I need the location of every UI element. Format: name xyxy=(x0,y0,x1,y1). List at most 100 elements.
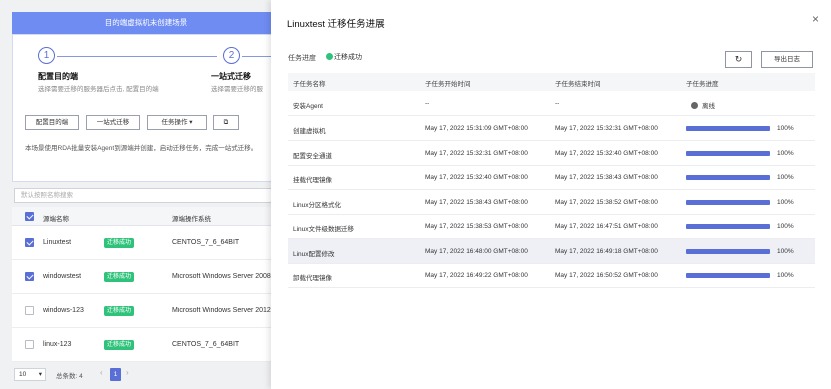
table-row[interactable]: Linux文件级数据迁移 May 17, 2022 15:38:53 GMT+08… xyxy=(288,214,815,239)
progress-bar xyxy=(686,248,770,254)
step-1-desc: 选择需要迁移的服务器后点击, 配置目的端 xyxy=(38,86,159,93)
table-row[interactable]: Linux配置修改 May 17, 2022 16:48:00 GMT+08:00… xyxy=(288,238,815,264)
row-checkbox[interactable] xyxy=(25,340,34,349)
row-checkbox[interactable] xyxy=(25,238,34,247)
offline-dot-icon xyxy=(691,102,698,109)
subtask-name: Linux文件级数据迁移 xyxy=(293,226,355,233)
progress-percent: 100% xyxy=(777,223,794,230)
header-subtask-start: 子任务开始时间 xyxy=(425,81,471,88)
subtask-end: May 17, 2022 15:38:43 GMT+08:00 xyxy=(555,174,658,181)
task-operations-label: 任务操作 xyxy=(161,119,188,126)
step-2-title: 一站式迁移 xyxy=(211,72,251,81)
scenario-banner: 目的端虚拟机未创建场景 xyxy=(12,12,280,34)
subtask-name: Linux配置修改 xyxy=(293,250,335,258)
header-subtask-end: 子任务结束时间 xyxy=(555,81,601,88)
configure-target-button[interactable]: 配置目的端 xyxy=(25,115,79,130)
table-row[interactable]: 配置安全通道 May 17, 2022 15:32:31 GMT+08:00 May… xyxy=(288,141,815,166)
subtask-end: May 17, 2022 15:38:52 GMT+08:00 xyxy=(555,198,658,206)
prev-page-icon[interactable]: ‹ xyxy=(100,368,103,377)
subtask-end: May 17, 2022 15:32:31 GMT+08:00 xyxy=(555,125,658,132)
step-1-title: 配置目的端 xyxy=(38,72,78,81)
external-link-button[interactable]: ⧉ xyxy=(213,115,239,130)
host-os: CENTOS_7_6_64BIT xyxy=(172,239,240,246)
steps-card: 1 2 配置目的端 选择需要迁移的服务器后点击, 配置目的端 一站式迁移 选择需… xyxy=(12,34,282,182)
host-name: windowstest xyxy=(43,273,82,280)
progress-bar xyxy=(686,126,770,131)
refresh-button[interactable]: ↻ xyxy=(725,51,752,68)
progress-bar-fill xyxy=(686,199,770,205)
task-progress-label: 任务进度 xyxy=(288,55,316,62)
task-progress-status-text: 迁移成功 xyxy=(334,54,362,61)
progress-bar xyxy=(686,150,770,156)
page-size-select[interactable]: 10 ▾ xyxy=(14,368,46,381)
progress-percent: 100% xyxy=(777,247,794,255)
status-badge: 迁移成功 xyxy=(104,306,135,316)
migration-progress-panel: Linuxtest 迁移任务进展 × 任务进度 迁移成功 ↻ 导出日志 子任务名… xyxy=(271,0,831,389)
subtask-end: May 17, 2022 16:49:18 GMT+08:00 xyxy=(555,247,658,255)
table-row[interactable]: windows-123 迁移成功 Microsoft Windows Serve… xyxy=(12,294,274,328)
host-name: linux-123 xyxy=(43,341,72,348)
status-badge: 迁移成功 xyxy=(104,340,135,350)
row-checkbox[interactable] xyxy=(25,272,34,281)
table-row[interactable]: linux-123 迁移成功 CENTOS_7_6_64BIT xyxy=(12,328,274,362)
subtask-name: 安装Agent xyxy=(293,103,323,110)
chevron-down-icon: ▾ xyxy=(189,119,193,126)
header-name: 源端名称 xyxy=(43,216,69,223)
row-checkbox[interactable] xyxy=(25,306,34,315)
panel-title: Linuxtest 迁移任务进展 xyxy=(287,19,385,30)
progress-bar xyxy=(686,273,770,278)
progress-percent: 100% xyxy=(777,198,794,206)
subtask-start: May 17, 2022 16:49:22 GMT+08:00 xyxy=(425,272,528,279)
select-all-checkbox[interactable] xyxy=(25,212,34,221)
subtask-name: 挂载代理镜像 xyxy=(293,177,332,184)
page-1-button[interactable]: 1 xyxy=(110,368,121,381)
page-size-value: 10 xyxy=(19,371,27,378)
one-stop-migrate-button[interactable]: 一站式迁移 xyxy=(86,115,140,130)
task-operations-dropdown[interactable]: 任务操作 ▾ xyxy=(147,115,207,130)
host-name: Linuxtest xyxy=(43,239,72,246)
subtask-status: 离线 xyxy=(691,100,715,110)
progress-bar-fill xyxy=(686,126,770,131)
task-progress-status: 迁移成功 xyxy=(326,52,362,62)
subtask-start: May 17, 2022 15:32:40 GMT+08:00 xyxy=(425,174,528,181)
table-row[interactable]: Linux分区格式化 May 17, 2022 15:38:43 GMT+08:0… xyxy=(288,190,815,215)
subtask-name: 创建虚拟机 xyxy=(293,128,326,135)
table-row[interactable]: windowstest 迁移成功 Microsoft Windows Serve… xyxy=(12,260,274,294)
subtask-start: May 17, 2022 15:38:53 GMT+08:00 xyxy=(425,223,528,230)
subtask-end: May 17, 2022 16:50:52 GMT+08:00 xyxy=(555,272,658,279)
status-badge: 迁移成功 xyxy=(104,238,135,248)
progress-percent: 100% xyxy=(777,125,794,132)
host-os: Microsoft Windows Server 2008 xyxy=(172,273,271,280)
search-input[interactable]: 默认按照名称搜索 xyxy=(14,188,276,203)
progress-bar-fill xyxy=(686,224,770,229)
subtask-status-text: 离线 xyxy=(702,103,715,110)
header-subtask-name: 子任务名称 xyxy=(293,81,326,88)
progress-percent: 100% xyxy=(777,174,794,181)
export-log-button[interactable]: 导出日志 xyxy=(761,51,813,68)
subtask-start: May 17, 2022 16:48:00 GMT+08:00 xyxy=(425,247,528,255)
host-name: windows-123 xyxy=(43,307,84,314)
table-row[interactable]: 卸载代理镜像 May 17, 2022 16:49:22 GMT+08:00 May… xyxy=(288,263,815,288)
progress-bar xyxy=(686,224,770,229)
progress-bar-fill xyxy=(686,175,770,180)
host-os: CENTOS_7_6_64BIT xyxy=(172,341,240,348)
table-row[interactable]: 创建虚拟机 May 17, 2022 15:31:09 GMT+08:00 May … xyxy=(288,116,815,141)
subtask-start: -- xyxy=(425,100,430,107)
step-connector xyxy=(57,56,217,57)
subtask-start: May 17, 2022 15:32:31 GMT+08:00 xyxy=(425,149,528,157)
table-row[interactable]: 挂载代理镜像 May 17, 2022 15:32:40 GMT+08:00 May… xyxy=(288,165,815,190)
table-row[interactable]: Linuxtest 迁移成功 CENTOS_7_6_64BIT xyxy=(12,226,274,260)
refresh-icon: ↻ xyxy=(734,54,743,64)
step-1-icon: 1 xyxy=(38,47,55,64)
progress-percent: 100% xyxy=(777,149,794,157)
subtask-start: May 17, 2022 15:38:43 GMT+08:00 xyxy=(425,198,528,206)
subtask-end: -- xyxy=(555,100,560,107)
table-row[interactable]: 安装Agent -- -- 离线 xyxy=(288,91,815,116)
progress-bar-fill xyxy=(686,273,770,278)
subtask-end: May 17, 2022 16:47:51 GMT+08:00 xyxy=(555,223,658,230)
host-os: Microsoft Windows Server 2012 xyxy=(172,307,271,314)
close-icon[interactable]: × xyxy=(812,12,819,26)
success-icon xyxy=(326,53,333,60)
next-page-icon[interactable]: › xyxy=(126,368,129,377)
host-table: 源端名称 源端操作系统 Linuxtest 迁移成功 CENTOS_7_6_64… xyxy=(12,207,274,362)
